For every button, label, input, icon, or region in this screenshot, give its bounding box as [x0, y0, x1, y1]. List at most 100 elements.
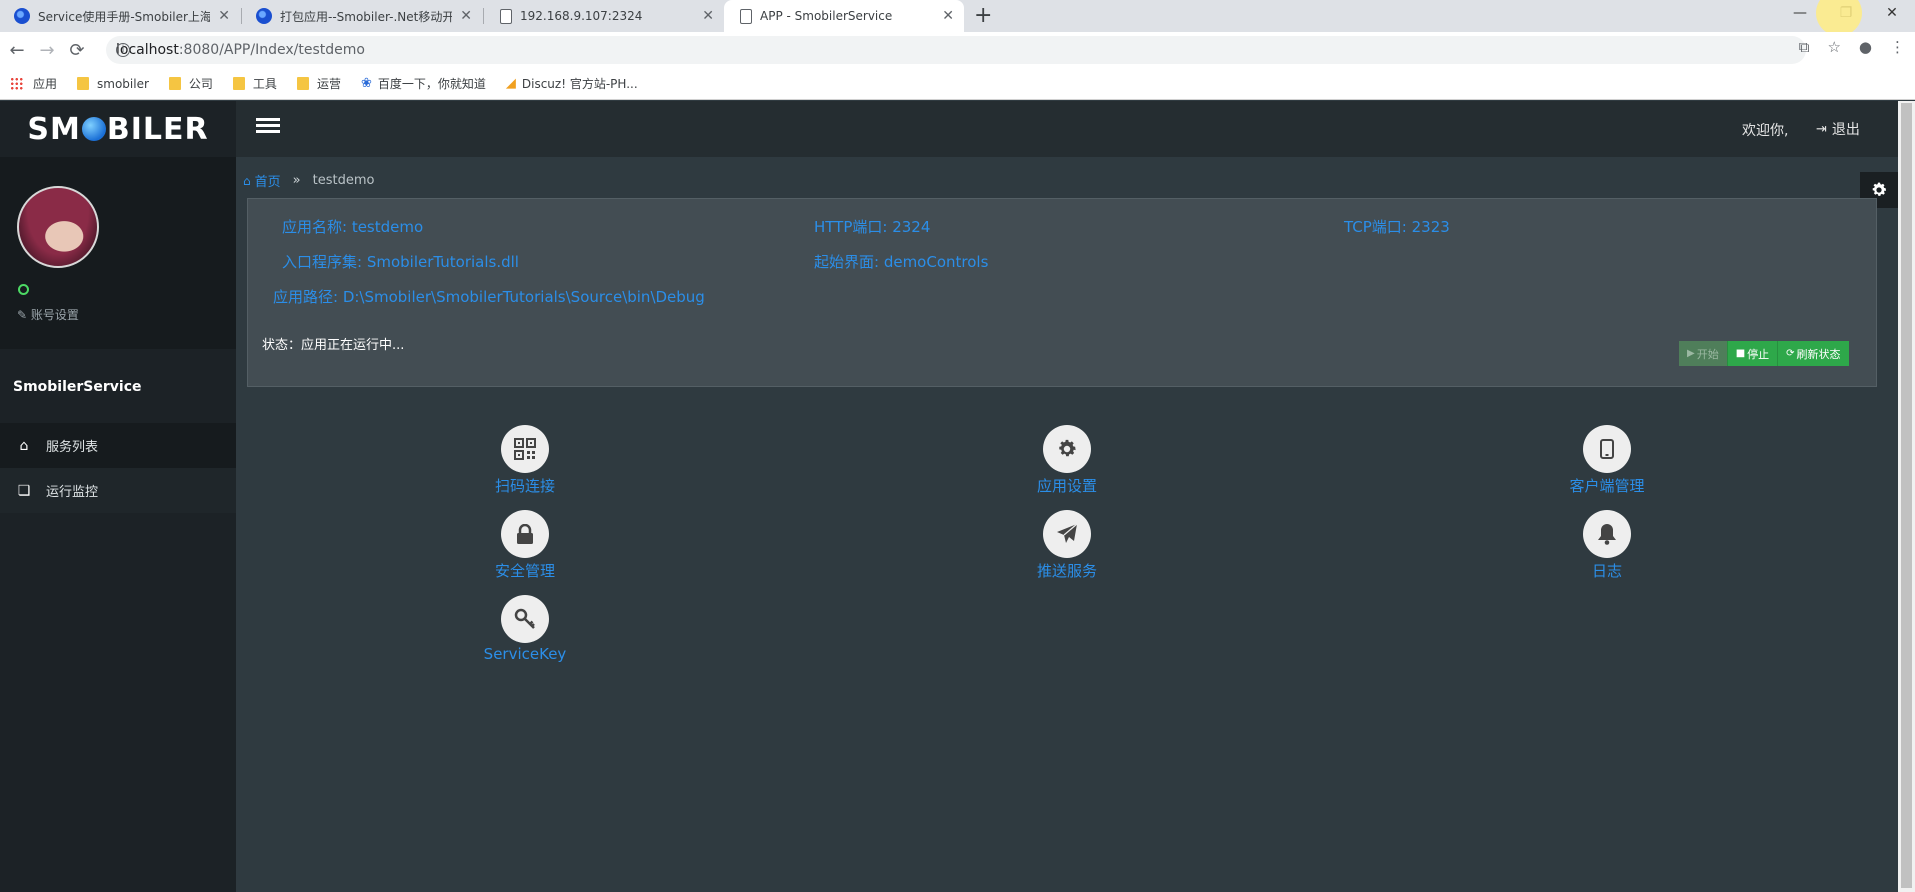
start-label: 开始	[1696, 347, 1719, 361]
logo-text: SM	[27, 111, 81, 147]
sidebar-item-services[interactable]: ⌂ 服务列表	[0, 423, 236, 468]
app-info-panel: 应用名称: testdemo HTTP端口: 2324 TCP端口: 2323 …	[247, 198, 1877, 387]
feature-app-settings[interactable]: 应用设置	[997, 425, 1137, 496]
menu-toggle-icon[interactable]	[256, 118, 280, 138]
start-button[interactable]: ▶ 开始	[1679, 341, 1728, 366]
account-settings-label: 账号设置	[30, 308, 79, 322]
browser-tab[interactable]: Service使用手册-Smobiler上海 ✕	[0, 0, 240, 32]
home-icon: ⌂	[243, 173, 251, 188]
mobile-icon	[1600, 439, 1614, 459]
address-bar-row: ← → ⟳ i localhost:8080/APP/Index/testdem…	[0, 32, 1915, 68]
browser-tab[interactable]: 打包应用--Smobiler-.Net移动开 ✕	[242, 0, 482, 32]
stop-button[interactable]: ■ 停止	[1727, 341, 1779, 366]
tcp-port: TCP端口: 2323	[1344, 218, 1450, 236]
breadcrumb-separator: »	[292, 173, 301, 188]
page-icon	[740, 8, 752, 24]
feature-log[interactable]: 日志	[1537, 510, 1677, 581]
welcome-text: 欢迎你,	[1742, 123, 1789, 139]
profile-panel: ✎ 账号设置	[0, 157, 236, 349]
http-port: HTTP端口: 2324	[814, 218, 931, 236]
feature-circle[interactable]	[501, 425, 549, 473]
feature-label: 推送服务	[1036, 562, 1097, 580]
reload-icon[interactable]: ⟳	[62, 40, 92, 61]
folder-icon	[77, 77, 90, 90]
browser-tab-title: 打包应用--Smobiler-.Net移动开	[280, 9, 453, 24]
logo-text: BILER	[106, 111, 209, 147]
bookmark-baidu[interactable]: ❀ 百度一下，你就知道	[361, 75, 486, 92]
feature-label: ServiceKey	[483, 645, 567, 663]
stop-icon: ■	[1735, 348, 1746, 359]
top-navbar: SM BILER 欢迎你, ⇥ 退出	[0, 101, 1898, 157]
close-icon[interactable]: ✕	[702, 8, 714, 24]
folder-icon	[296, 77, 309, 90]
bookmark-label: smobiler	[97, 76, 149, 91]
feature-circle[interactable]	[501, 595, 549, 643]
folder-icon	[168, 77, 181, 90]
feature-circle[interactable]	[1583, 510, 1631, 558]
account-settings-link[interactable]: ✎ 账号设置	[17, 306, 79, 323]
home-icon: ⌂	[19, 437, 29, 454]
info-icon[interactable]: i	[116, 43, 130, 57]
feature-service-key[interactable]: ServiceKey	[455, 595, 595, 663]
bookmark-label: 百度一下，你就知道	[377, 77, 486, 91]
feature-label: 安全管理	[494, 562, 555, 580]
bookmark-discuz[interactable]: ◢ Discuz! 官方站-PH...	[506, 75, 638, 92]
refresh-status-button[interactable]: ⟳ 刷新状态	[1778, 341, 1849, 366]
back-icon[interactable]: ←	[2, 40, 32, 61]
discuz-icon: ◢	[505, 76, 516, 91]
bookmark-label: 应用	[33, 77, 58, 91]
browser-tab-active[interactable]: APP - SmobilerService ✕	[724, 0, 964, 32]
url-input[interactable]: i localhost:8080/APP/Index/testdemo	[106, 36, 1806, 64]
logo[interactable]: SM BILER	[0, 101, 236, 157]
feature-security[interactable]: 安全管理	[455, 510, 595, 581]
bookmark-label: Discuz! 官方站-PH...	[521, 77, 638, 91]
key-icon	[514, 608, 535, 629]
close-window-icon[interactable]: ✕	[1869, 0, 1915, 32]
star-icon[interactable]: ☆	[1827, 38, 1840, 56]
bookmark-folder[interactable]: 公司	[168, 75, 213, 92]
sidebar: ✎ 账号设置 SmobilerService ⌂ 服务列表 ❏ 运行监控	[0, 157, 236, 892]
bookmark-apps[interactable]: 应用	[10, 75, 57, 92]
feature-circle[interactable]	[1043, 510, 1091, 558]
refresh-icon: ⟳	[1786, 348, 1795, 359]
close-icon[interactable]: ✕	[942, 8, 954, 24]
sidebar-item-monitor[interactable]: ❏ 运行监控	[0, 468, 236, 513]
feature-push-service[interactable]: 推送服务	[997, 510, 1137, 581]
browser-tab-title: 192.168.9.107:2324	[520, 9, 643, 23]
translate-icon[interactable]: ⧉	[1799, 38, 1810, 56]
feature-circle[interactable]	[1043, 425, 1091, 473]
feature-client-management[interactable]: 客户端管理	[1537, 425, 1677, 496]
browser-tab-title: APP - SmobilerService	[760, 9, 893, 23]
logout-button[interactable]: ⇥ 退出	[1816, 119, 1860, 139]
feature-circle[interactable]	[501, 510, 549, 558]
logout-label: 退出	[1831, 122, 1860, 138]
bookmarks-bar: 应用 smobiler 公司 工具 运营 ❀ 百度一下，你就知道 ◢ Discuz!…	[0, 68, 1915, 100]
sidebar-item-label: 运行监控	[46, 485, 99, 500]
url-path: :8080/APP/Index/testdemo	[178, 42, 365, 58]
breadcrumb-home-link[interactable]: ⌂ 首页	[243, 171, 281, 191]
bookmark-label: 工具	[252, 77, 277, 91]
sign-out-icon: ⇥	[1816, 121, 1827, 137]
close-icon[interactable]: ✕	[460, 8, 472, 24]
apps-grid-icon	[10, 77, 23, 90]
page-scrollbar[interactable]	[1898, 101, 1915, 892]
bookmark-folder[interactable]: 运营	[296, 75, 341, 92]
feature-label: 日志	[1591, 562, 1622, 580]
app-root: SM BILER 欢迎你, ⇥ 退出 ✎ 账号设置 SmobilerService…	[0, 101, 1898, 892]
browser-tab-strip: Service使用手册-Smobiler上海 ✕ 打包应用--Smobiler-…	[0, 0, 1915, 36]
breadcrumb: ⌂ 首页 » testdemo	[243, 171, 374, 190]
feature-qrcode[interactable]: 扫码连接	[455, 425, 595, 496]
close-icon[interactable]: ✕	[218, 8, 230, 24]
bookmark-folder[interactable]: smobiler	[77, 77, 149, 91]
smobiler-favicon	[14, 8, 30, 24]
more-vert-icon[interactable]: ⋮	[1890, 38, 1905, 56]
bookmark-folder[interactable]: 工具	[232, 75, 277, 92]
forward-icon[interactable]: →	[32, 40, 62, 61]
account-icon[interactable]: ●	[1859, 38, 1872, 56]
new-tab-button[interactable]: +	[974, 3, 992, 29]
browser-tab[interactable]: 192.168.9.107:2324 ✕	[484, 0, 724, 32]
feature-circle[interactable]	[1583, 425, 1631, 473]
copy-icon: ❏	[17, 482, 31, 499]
scrollbar-thumb[interactable]	[1901, 103, 1912, 888]
status-text: 状态：应用正在运行中...	[262, 338, 405, 353]
